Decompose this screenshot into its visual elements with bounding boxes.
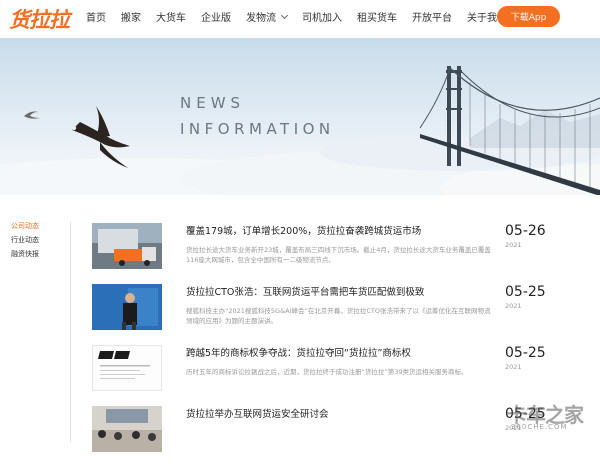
news-year: 2021 (505, 241, 522, 249)
nav-item-driver-join[interactable]: 司机加入 (302, 9, 342, 24)
news-summary: 历时五年的商标诉讼拉锯战之后，近期，货拉拉终于成功注册“货拉拉”第39类货运相关… (186, 368, 468, 376)
news-date: 05-26 (505, 223, 546, 239)
news-date: 05-25 (505, 345, 546, 361)
sidebar-item-company-news[interactable]: 公司动态 (11, 221, 39, 230)
banner-illustration (0, 66, 600, 195)
nav-item-rent-buy[interactable]: 租买货车 (357, 9, 397, 24)
nav-item-enterprise[interactable]: 企业版 (201, 9, 231, 24)
sidebar-item-financing-news[interactable]: 融资快报 (11, 249, 39, 258)
list-item[interactable]: 跨越5年的商标权争夺战：货拉拉夺回“货拉拉”商标权 历时五年的商标诉讼拉锯战之后… (92, 345, 572, 405)
sidebar-item-industry-news[interactable]: 行业动态 (11, 235, 39, 244)
news-thumbnail[interactable] (92, 284, 162, 330)
news-thumbnail[interactable] (92, 345, 162, 391)
logo[interactable]: 货拉拉 (9, 4, 70, 34)
news-title[interactable]: 覆盖179城，订单增长200%，货拉拉奋袭跨城货运市场 (186, 223, 421, 237)
banner-title-information: INFORMATION (180, 120, 335, 138)
news-title[interactable]: 跨越5年的商标权争夺战：货拉拉夺回“货拉拉”商标权 (186, 345, 411, 359)
main-nav: 首页 搬家 大货车 企业版 发物流 司机加入 租买货车 开放平台 关于我们 (86, 9, 533, 24)
news-year: 2021 (505, 302, 522, 310)
news-thumbnail[interactable] (92, 406, 162, 452)
list-item[interactable]: 货拉拉举办互联网货运安全研讨会 05-25 2021 (92, 406, 572, 466)
news-summary: 搜狐科技主办“2021搜狐科技5G&AI峰会”在北京开幕，货拉拉CTO张浩带来了… (186, 307, 491, 325)
list-item[interactable]: 覆盖179城，订单增长200%，货拉拉奋袭跨城货运市场 货拉拉长途大货车业务新开… (92, 223, 572, 283)
banner-title-news: NEWS (180, 94, 246, 112)
list-item[interactable]: 货拉拉CTO张浩：互联网货运平台需把车货匹配做到极致 搜狐科技主办“2021搜狐… (92, 284, 572, 344)
news-summary: 货拉拉长途大货车业务新开23城，覆盖布局三四线下沉市场。截止4月，货拉拉长途大货… (186, 246, 491, 264)
nav-item-logistics[interactable]: 发物流 (246, 9, 289, 24)
category-sidebar: 公司动态 行业动态 融资快报 (11, 221, 39, 263)
nav-item-open-platform[interactable]: 开放平台 (412, 9, 452, 24)
news-title[interactable]: 货拉拉CTO张浩：互联网货运平台需把车货匹配做到极致 (186, 284, 424, 298)
nav-item-large-truck[interactable]: 大货车 (156, 9, 186, 24)
nav-item-home[interactable]: 首页 (86, 9, 106, 24)
news-year: 2021 (505, 363, 522, 371)
chevron-down-icon (280, 11, 289, 19)
news-date: 05-25 (505, 284, 546, 300)
news-title[interactable]: 货拉拉举办互联网货运安全研讨会 (186, 406, 329, 420)
sidebar-divider (70, 222, 71, 442)
top-header: 货拉拉 首页 搬家 大货车 企业版 发物流 司机加入 租买货车 开放平台 关于我… (0, 0, 600, 34)
watermark-logo: 卡车之家 360CHE.COM (507, 399, 597, 437)
nav-item-moving[interactable]: 搬家 (121, 9, 141, 24)
download-app-button[interactable]: 下载App (497, 6, 560, 27)
news-banner: NEWS INFORMATION (0, 38, 600, 195)
watermark-subtext: 360CHE.COM (511, 423, 568, 431)
news-thumbnail[interactable] (92, 223, 162, 269)
